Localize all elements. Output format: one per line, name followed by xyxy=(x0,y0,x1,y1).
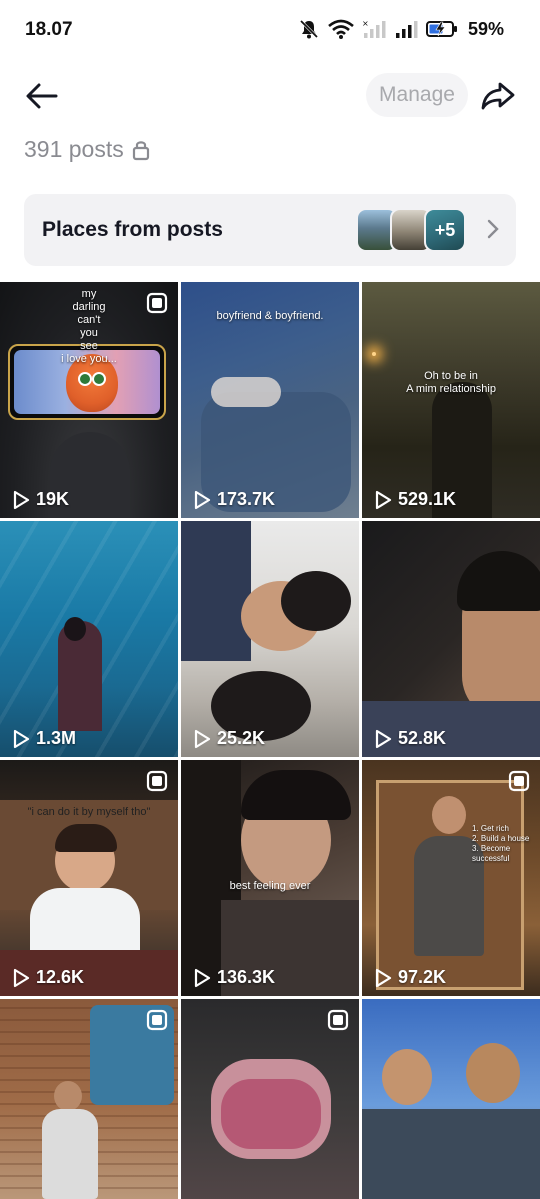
view-count: 136.3K xyxy=(193,967,275,988)
view-count: 529.1K xyxy=(374,489,456,510)
view-count: 52.8K xyxy=(374,728,446,749)
places-from-posts-card[interactable]: Places from posts +5 xyxy=(24,194,516,266)
view-count-value: 173.7K xyxy=(217,489,276,509)
lock-icon xyxy=(132,140,149,160)
view-count: 173.7K xyxy=(193,489,275,510)
video-tile[interactable] xyxy=(0,999,178,1199)
video-caption: boyfriend & boyfriend. xyxy=(216,310,324,322)
bell-muted-icon xyxy=(299,19,319,39)
back-button[interactable] xyxy=(22,76,62,116)
video-caption: "i can do it by myself tho" xyxy=(27,806,151,818)
places-thumbnails: +5 xyxy=(356,208,476,252)
video-tile[interactable]: "i can do it by myself tho" 12.6K xyxy=(0,760,178,996)
view-count: 97.2K xyxy=(374,967,446,988)
play-icon xyxy=(13,729,30,748)
video-caption: 1. Get rich 2. Build a house 3. Become s… xyxy=(472,824,530,863)
places-label: Places from posts xyxy=(42,218,223,241)
arrow-left-icon xyxy=(26,83,58,109)
multi-photo-icon xyxy=(146,1009,168,1031)
video-tile[interactable]: boyfriend & boyfriend. 173.7K xyxy=(181,282,359,518)
view-count-value: 1.3M xyxy=(36,728,77,748)
view-count-value: 19K xyxy=(36,489,70,509)
view-count-value: 52.8K xyxy=(398,728,447,748)
video-tile[interactable]: 52.8K xyxy=(362,521,540,757)
video-tile[interactable] xyxy=(362,999,540,1199)
video-tile[interactable]: Oh to be in A mim relationship 529.1K xyxy=(362,282,540,518)
video-grid: my darling can't you see i love you... 1… xyxy=(0,282,540,1199)
chevron-right-icon xyxy=(487,219,499,239)
view-count: 12.6K xyxy=(12,967,84,988)
video-tile[interactable]: 25.2K xyxy=(181,521,359,757)
battery-percent: 59% xyxy=(467,18,504,39)
wifi-icon xyxy=(328,19,354,39)
share-button[interactable] xyxy=(476,76,520,116)
view-count: 1.3M xyxy=(12,728,76,749)
play-icon xyxy=(194,729,211,748)
view-count: 19K xyxy=(12,489,69,510)
play-icon xyxy=(13,490,30,509)
video-tile[interactable]: my darling can't you see i love you... 1… xyxy=(0,282,178,518)
video-tile[interactable] xyxy=(181,999,359,1199)
status-bar: 18.07 × 59% xyxy=(0,0,540,62)
play-icon xyxy=(13,968,30,987)
play-icon xyxy=(194,490,211,509)
share-arrow-icon xyxy=(481,82,515,110)
posts-count-label: 391 posts xyxy=(24,136,124,162)
play-icon xyxy=(375,729,392,748)
play-icon xyxy=(375,490,392,509)
battery-charging-icon xyxy=(425,21,457,37)
video-tile[interactable]: best feeling ever 136.3K xyxy=(181,760,359,996)
video-tile[interactable]: 1. Get rich 2. Build a house 3. Become s… xyxy=(362,760,540,996)
multi-photo-icon xyxy=(146,292,168,314)
status-time: 18.07 xyxy=(25,19,73,40)
places-more-badge: +5 xyxy=(424,208,466,252)
play-icon xyxy=(194,968,211,987)
view-count-value: 529.1K xyxy=(398,489,457,509)
signal-sim2-icon xyxy=(395,21,418,38)
multi-photo-icon xyxy=(146,770,168,792)
manage-button[interactable]: Manage xyxy=(366,73,468,117)
view-count-value: 97.2K xyxy=(398,967,447,987)
multi-photo-icon xyxy=(327,1009,349,1031)
svg-text:×: × xyxy=(362,19,369,28)
video-caption: Oh to be in A mim relationship xyxy=(406,370,496,395)
status-icons: × 59% xyxy=(298,18,504,40)
posts-count-row: 391 posts xyxy=(24,136,150,163)
video-tile[interactable]: 1.3M xyxy=(0,521,178,757)
video-caption: best feeling ever xyxy=(229,880,311,892)
multi-photo-icon xyxy=(508,770,530,792)
view-count-value: 25.2K xyxy=(217,728,266,748)
signal-sim1-icon: × xyxy=(362,19,386,38)
header: Manage xyxy=(0,64,540,126)
view-count-value: 12.6K xyxy=(36,967,85,987)
view-count-value: 136.3K xyxy=(217,967,276,987)
view-count: 25.2K xyxy=(193,728,265,749)
play-icon xyxy=(375,968,392,987)
